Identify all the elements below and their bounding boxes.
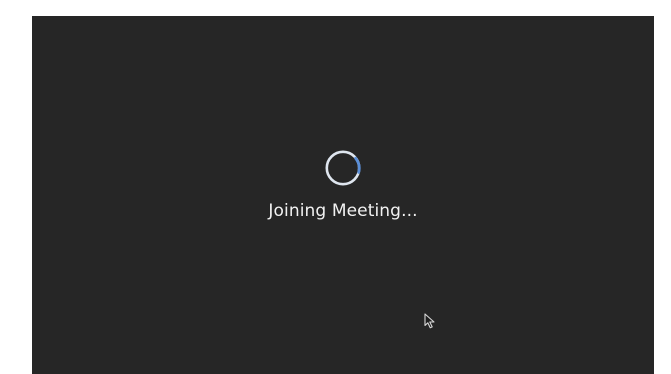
loading-status-group: Joining Meeting...: [32, 149, 654, 221]
mouse-pointer-icon: [424, 313, 435, 329]
page-background: Joining Meeting...: [0, 0, 671, 374]
joining-meeting-status: Joining Meeting...: [268, 201, 418, 221]
meeting-window: Joining Meeting...: [32, 16, 654, 374]
loading-spinner-icon: [325, 150, 361, 186]
